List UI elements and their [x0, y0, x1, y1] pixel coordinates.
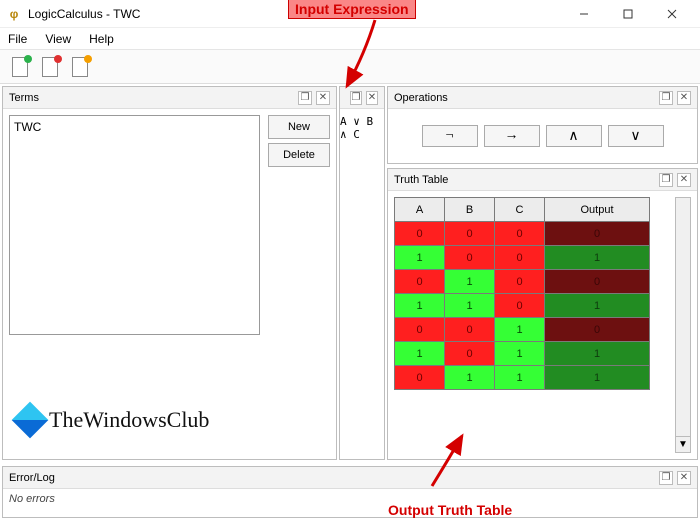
truth-cell: 0 [395, 222, 445, 246]
truth-cell: 1 [495, 342, 545, 366]
menu-view[interactable]: View [41, 30, 75, 48]
undock-icon[interactable]: ❐ [298, 91, 312, 105]
truth-cell: 1 [395, 342, 445, 366]
op-or-button[interactable]: ∨ [608, 125, 664, 147]
app-icon: φ [6, 6, 22, 22]
table-row[interactable]: 1011 [395, 342, 650, 366]
truth-cell: 1 [445, 294, 495, 318]
truth-header-c[interactable]: C [495, 198, 545, 222]
truth-cell: 1 [495, 318, 545, 342]
maximize-button[interactable] [606, 0, 650, 28]
close-icon[interactable]: ✕ [677, 471, 691, 485]
truth-cell: 0 [445, 246, 495, 270]
operations-panel-title: Operations [394, 92, 448, 104]
terms-panel-title: Terms [9, 92, 39, 104]
truth-cell: 0 [395, 318, 445, 342]
truth-output-cell: 1 [545, 246, 650, 270]
undock-icon[interactable]: ❐ [659, 91, 673, 105]
truth-output-cell: 1 [545, 342, 650, 366]
truth-table-panel-title: Truth Table [394, 174, 448, 186]
error-log-message: No errors [3, 489, 697, 509]
terms-panel: Terms ❐ ✕ TWC New Delete TheWindowsClub [2, 86, 337, 460]
truth-header-output[interactable]: Output [545, 198, 650, 222]
table-row[interactable]: 0010 [395, 318, 650, 342]
truth-cell: 1 [445, 270, 495, 294]
truth-cell: 0 [495, 270, 545, 294]
table-row[interactable]: 1001 [395, 246, 650, 270]
title-bar: φ LogicCalculus - TWC [0, 0, 700, 28]
close-icon[interactable]: ✕ [316, 91, 330, 105]
watermark: TheWindowsClub [17, 407, 209, 433]
truth-cell: 0 [445, 222, 495, 246]
error-log-panel: Error/Log ❐ ✕ No errors [2, 466, 698, 518]
table-row[interactable]: 0100 [395, 270, 650, 294]
close-button[interactable] [650, 0, 694, 28]
table-row[interactable]: 0000 [395, 222, 650, 246]
truth-output-cell: 0 [545, 270, 650, 294]
menu-file[interactable]: File [4, 30, 31, 48]
operations-panel: Operations ❐ ✕ ¬ → ∧ ∨ [387, 86, 698, 164]
truth-header-a[interactable]: A [395, 198, 445, 222]
close-icon[interactable]: ✕ [677, 91, 691, 105]
truth-cell: 1 [395, 294, 445, 318]
truth-cell: 0 [395, 270, 445, 294]
truth-output-cell: 1 [545, 366, 650, 390]
window-title: LogicCalculus - TWC [28, 7, 562, 21]
truth-cell: 1 [445, 366, 495, 390]
undock-icon[interactable]: ❐ [659, 173, 673, 187]
expression-value[interactable]: A ∨ B ∧ C [340, 115, 384, 141]
truth-cell: 1 [495, 366, 545, 390]
truth-table-scrollbar[interactable]: ▼ [675, 197, 691, 453]
truth-header-b[interactable]: B [445, 198, 495, 222]
toolbar [0, 50, 700, 84]
truth-cell: 0 [495, 222, 545, 246]
close-icon[interactable]: ✕ [677, 173, 691, 187]
truth-cell: 1 [395, 246, 445, 270]
truth-output-cell: 1 [545, 294, 650, 318]
table-row[interactable]: 0111 [395, 366, 650, 390]
op-and-button[interactable]: ∧ [546, 125, 602, 147]
truth-cell: 0 [495, 294, 545, 318]
expression-panel: ❐ ✕ A ∨ B ∧ C [339, 86, 385, 460]
op-implies-button[interactable]: → [484, 125, 540, 147]
undock-icon[interactable]: ❐ [350, 91, 362, 105]
terms-list[interactable]: TWC [9, 115, 260, 335]
menu-bar: File View Help [0, 28, 700, 50]
truth-cell: 0 [445, 318, 495, 342]
truth-output-cell: 0 [545, 222, 650, 246]
toolbar-save-button[interactable] [66, 53, 94, 81]
table-row[interactable]: 1101 [395, 294, 650, 318]
toolbar-open-button[interactable] [36, 53, 64, 81]
scroll-down-icon[interactable]: ▼ [676, 436, 690, 452]
truth-cell: 0 [395, 366, 445, 390]
error-log-panel-title: Error/Log [9, 472, 55, 484]
undock-icon[interactable]: ❐ [659, 471, 673, 485]
menu-help[interactable]: Help [85, 30, 118, 48]
op-not-button[interactable]: ¬ [422, 125, 478, 147]
watermark-text: TheWindowsClub [49, 407, 209, 433]
delete-button[interactable]: Delete [268, 143, 330, 167]
truth-table-panel: Truth Table ❐ ✕ A B C Output [387, 168, 698, 460]
minimize-button[interactable] [562, 0, 606, 28]
close-icon[interactable]: ✕ [366, 91, 378, 105]
truth-cell: 0 [445, 342, 495, 366]
new-button[interactable]: New [268, 115, 330, 139]
truth-table: A B C Output 000010010100110100101011011… [394, 197, 650, 390]
terms-list-item[interactable]: TWC [14, 120, 255, 134]
truth-output-cell: 0 [545, 318, 650, 342]
toolbar-new-button[interactable] [6, 53, 34, 81]
watermark-logo-icon [12, 402, 49, 439]
truth-cell: 0 [495, 246, 545, 270]
